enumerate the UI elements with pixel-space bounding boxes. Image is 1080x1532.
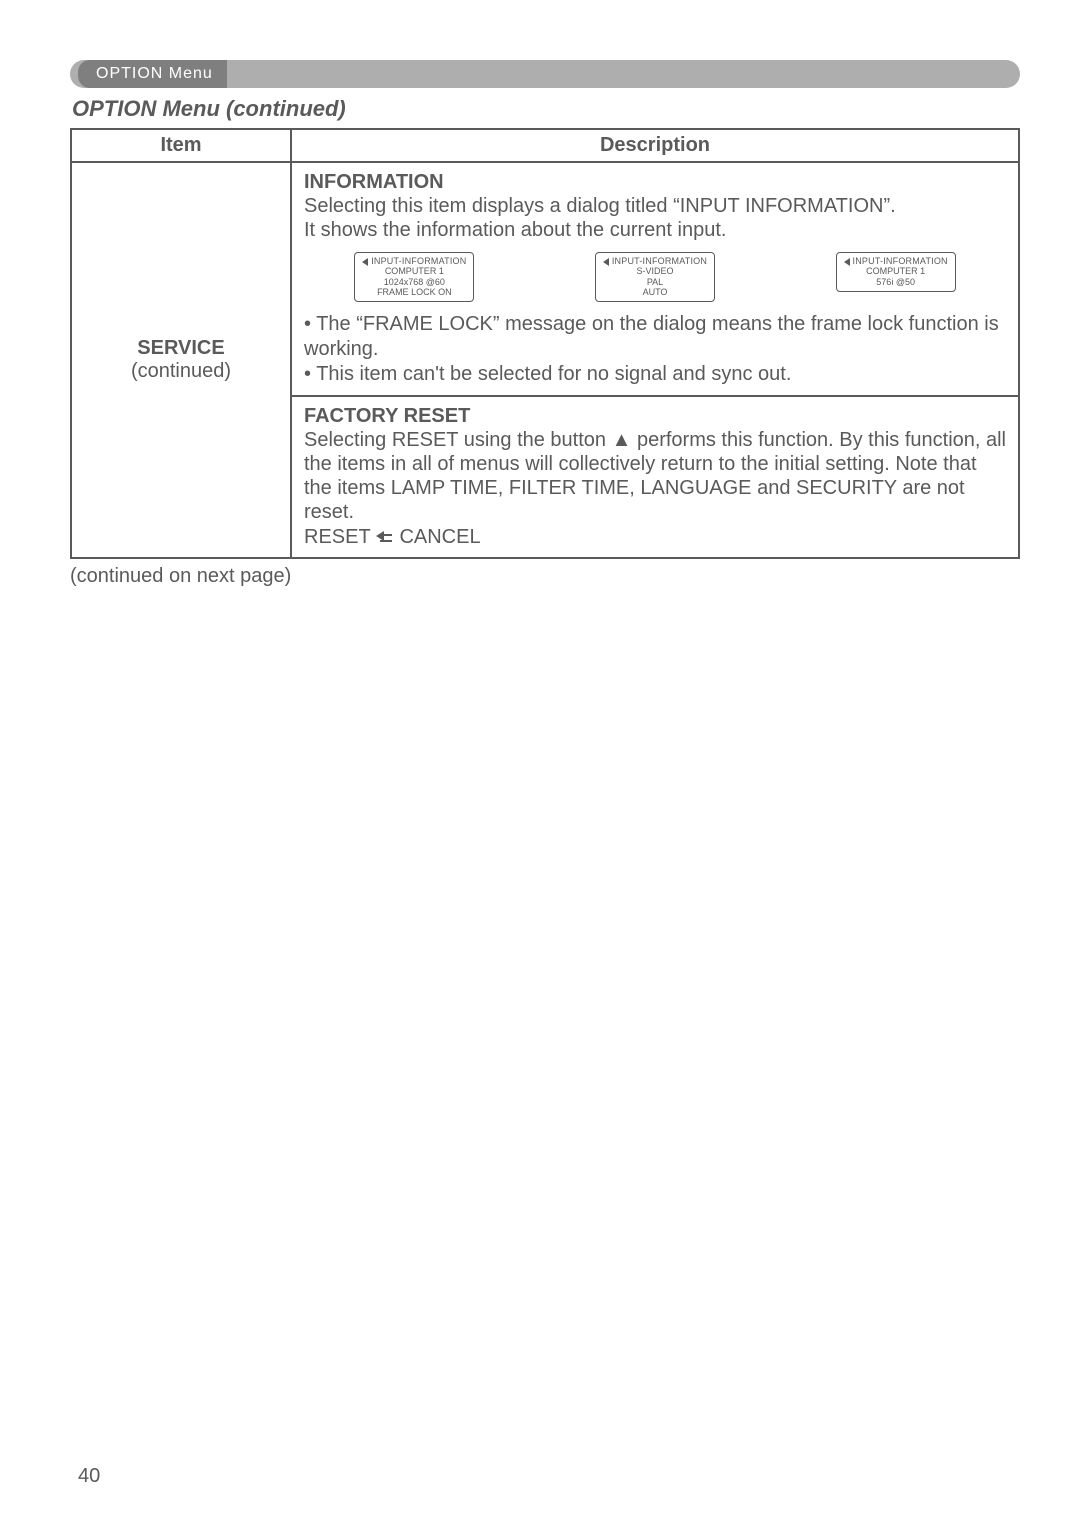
bullet-2: • This item can't be selected for no sig…	[304, 362, 1006, 387]
th-description: Description	[291, 129, 1019, 162]
th-item: Item	[71, 129, 291, 162]
option-table: Item Description SERVICE (continued) INF…	[70, 128, 1020, 559]
information-block: INFORMATION Selecting this item displays…	[292, 163, 1018, 397]
triangle-left-icon	[362, 258, 368, 266]
input-info-dialog-3: INPUT-INFORMATION COMPUTER 1 576i @50	[836, 252, 956, 292]
triangle-left-icon	[844, 258, 850, 266]
dialog-line: COMPUTER 1	[361, 266, 467, 276]
reset-label: RESET	[304, 526, 370, 548]
input-information-dialogs: INPUT-INFORMATION COMPUTER 1 1024x768 @6…	[304, 252, 1006, 302]
section-title: OPTION Menu (continued)	[72, 96, 1020, 122]
information-line2: It shows the information about the curre…	[304, 218, 1006, 242]
triangle-left-icon	[603, 258, 609, 266]
reset-cancel-line: RESET CANCEL	[304, 526, 1006, 549]
dialog-line: PAL	[602, 277, 708, 287]
input-info-dialog-1: INPUT-INFORMATION COMPUTER 1 1024x768 @6…	[354, 252, 474, 302]
menu-bar-tab: OPTION Menu	[78, 60, 227, 88]
bullet-1: • The “FRAME LOCK” message on the dialog…	[304, 312, 1006, 362]
factory-reset-heading: FACTORY RESET	[304, 405, 1006, 428]
item-sub: (continued)	[80, 360, 282, 383]
factory-reset-block: FACTORY RESET Selecting RESET using the …	[292, 397, 1018, 557]
factory-reset-body: Selecting RESET using the button ▲ perfo…	[304, 428, 1006, 524]
page: OPTION Menu OPTION Menu (continued) Item…	[0, 0, 1080, 1532]
cancel-label: CANCEL	[399, 526, 480, 548]
dialog-line: FRAME LOCK ON	[361, 287, 467, 297]
table-row: SERVICE (continued) INFORMATION Selectin…	[71, 162, 1019, 558]
information-bullets: • The “FRAME LOCK” message on the dialog…	[304, 312, 1006, 387]
dialog-title: INPUT-INFORMATION	[371, 256, 466, 266]
dialog-line: COMPUTER 1	[843, 266, 949, 276]
dialog-line: AUTO	[602, 287, 708, 297]
information-line1: Selecting this item displays a dialog ti…	[304, 194, 1006, 218]
page-number: 40	[78, 1465, 100, 1488]
dialog-line: S-VIDEO	[602, 266, 708, 276]
menu-bar: OPTION Menu	[70, 60, 1020, 88]
continued-note: (continued on next page)	[70, 565, 1020, 588]
description-cell: INFORMATION Selecting this item displays…	[291, 162, 1019, 558]
input-info-dialog-2: INPUT-INFORMATION S-VIDEO PAL AUTO	[595, 252, 715, 302]
double-arrow-icon	[376, 530, 394, 544]
dialog-title: INPUT-INFORMATION	[853, 256, 948, 266]
dialog-line: 576i @50	[843, 277, 949, 287]
information-heading: INFORMATION	[304, 171, 1006, 194]
item-cell-service: SERVICE (continued)	[71, 162, 291, 558]
dialog-line: 1024x768 @60	[361, 277, 467, 287]
dialog-title: INPUT-INFORMATION	[612, 256, 707, 266]
item-name: SERVICE	[80, 337, 282, 360]
